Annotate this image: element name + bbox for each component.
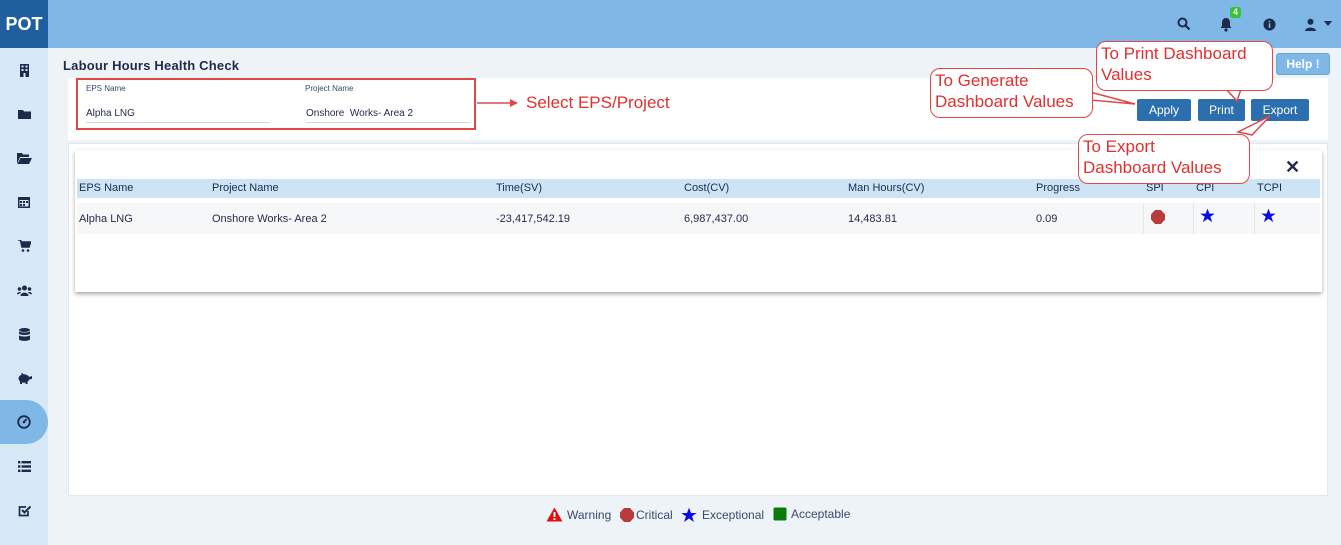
cart-icon	[17, 240, 31, 252]
apply-button[interactable]: Apply	[1137, 99, 1191, 121]
caret-down-icon[interactable]	[1318, 14, 1338, 34]
sidebar-item-cart[interactable]	[0, 224, 48, 268]
cell-man-hours-cv: 14,483.81	[848, 213, 897, 225]
calendar-icon	[18, 197, 30, 208]
folder-icon	[17, 110, 31, 119]
column-header-eps-name[interactable]: EPS Name	[79, 182, 133, 194]
sidebar-item-folders[interactable]	[0, 92, 48, 136]
cell-divider	[1193, 203, 1194, 234]
legend-warning: Warning	[546, 507, 611, 522]
column-header-man-hours-cv[interactable]: Man Hours(CV)	[848, 182, 924, 194]
close-icon[interactable]: ✕	[1285, 157, 1300, 178]
users-icon	[16, 285, 32, 296]
legend-critical: Critical	[619, 507, 673, 523]
cell-time-sv: -23,417,542.19	[496, 213, 571, 225]
legend-exceptional: Exceptional	[681, 507, 764, 523]
critical-hexagon-icon	[620, 508, 634, 522]
sidebar-item-list[interactable]	[0, 444, 48, 488]
sidebar-item-open-folders[interactable]	[0, 136, 48, 180]
exceptional-star-icon	[681, 507, 697, 522]
cell-eps-name: Alpha LNG	[79, 213, 133, 225]
export-callout: To Export Dashboard Values	[1078, 134, 1250, 184]
warning-triangle-icon	[546, 507, 563, 522]
export-button[interactable]: Export	[1251, 99, 1309, 121]
cell-progress: 0.09	[1036, 213, 1058, 225]
select-eps-project-annotation: Select EPS/Project	[526, 93, 670, 112]
building-icon	[19, 63, 29, 77]
column-header-project-name[interactable]: Project Name	[212, 182, 279, 194]
print-button[interactable]: Print	[1198, 99, 1245, 121]
legend-label: Acceptable	[791, 507, 851, 521]
sidebar-item-calendar[interactable]	[0, 180, 48, 224]
dashboard-gauge-icon	[17, 415, 31, 429]
info-icon[interactable]	[1259, 14, 1279, 34]
column-header-tcpi[interactable]: TCPI	[1257, 182, 1282, 194]
column-header-cost-cv[interactable]: Cost(CV)	[684, 182, 729, 194]
sidebar-item-dashboard[interactable]	[0, 400, 48, 444]
notification-count-badge: 4	[1230, 7, 1242, 18]
cpi-exceptional-icon	[1200, 208, 1215, 228]
folder-open-icon	[16, 152, 32, 164]
checkbox-icon	[18, 505, 31, 516]
column-header-progress[interactable]: Progress	[1036, 182, 1080, 194]
select-annotation-box	[76, 78, 476, 130]
sidebar-item-database[interactable]	[0, 312, 48, 356]
user-icon[interactable]	[1300, 14, 1320, 34]
tcpi-exceptional-icon	[1261, 208, 1276, 228]
sidebar-item-tasks[interactable]	[0, 488, 48, 532]
sidebar-item-piggy-bank[interactable]	[0, 356, 48, 400]
search-icon[interactable]	[1174, 14, 1194, 34]
legend-label: Exceptional	[702, 508, 765, 522]
cell-divider	[1254, 203, 1255, 234]
page-title: Labour Hours Health Check	[63, 58, 240, 73]
cell-cost-cv: 6,987,437.00	[684, 213, 749, 225]
acceptable-square-icon	[773, 507, 787, 521]
app-logo[interactable]: POT	[0, 0, 48, 48]
spi-critical-icon	[1150, 209, 1166, 230]
database-icon	[18, 327, 30, 341]
cell-divider	[1143, 203, 1144, 234]
sidebar-item-buildings[interactable]	[0, 48, 48, 92]
print-callout: To Print Dashboard Values	[1096, 41, 1273, 91]
sidebar-item-users[interactable]	[0, 268, 48, 312]
column-header-time-sv[interactable]: Time(SV)	[496, 182, 542, 194]
legend-acceptable: Acceptable	[773, 507, 850, 521]
cell-project-name: Onshore Works- Area 2	[212, 213, 327, 225]
help-button[interactable]: Help !	[1276, 53, 1330, 75]
generate-callout: To Generate Dashboard Values	[930, 68, 1093, 118]
piggy-bank-icon	[18, 372, 32, 384]
legend-label: Critical	[636, 508, 673, 522]
list-icon	[17, 460, 31, 472]
legend-label: Warning	[567, 507, 612, 522]
